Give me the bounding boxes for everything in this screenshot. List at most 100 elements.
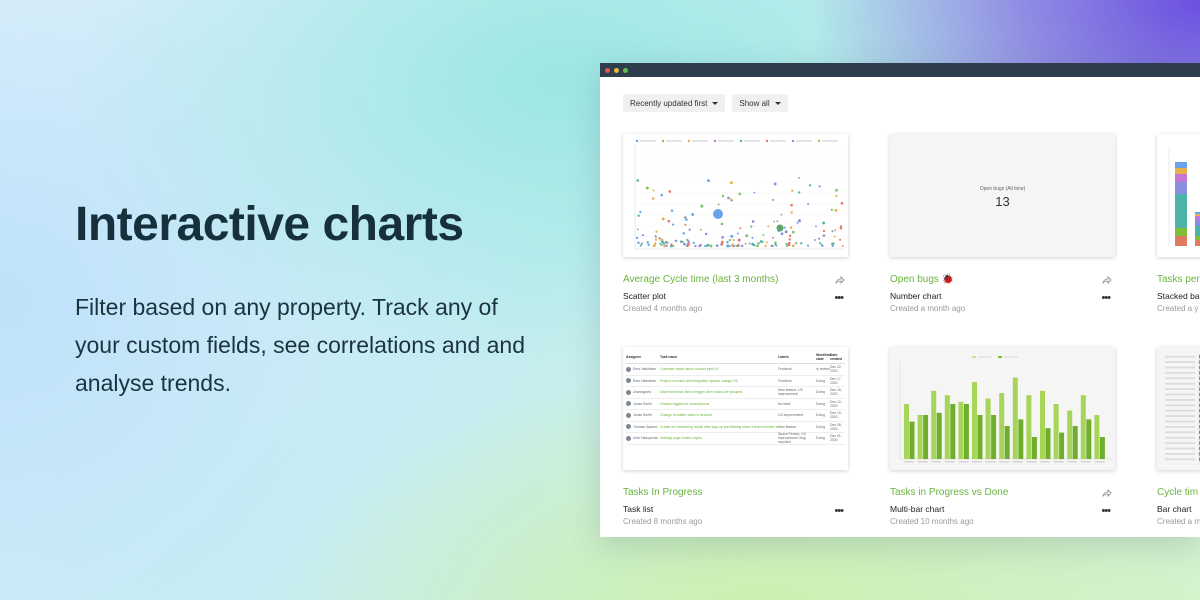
task-list-header: Assignee Task name Labels Workflow state… [626,350,845,364]
bar-label [1165,382,1195,385]
scatter-point [641,234,645,237]
card-title[interactable]: Average Cycle time (last 3 months) [623,274,848,287]
chevron-down-icon [774,101,781,105]
axis-tick-label [1080,461,1091,463]
task-name-cell[interactable]: Feature toggles for subscriptions [660,402,778,406]
labels-cell: No label [778,401,791,406]
scatter-point [672,223,675,226]
chart-thumbnail[interactable] [1157,347,1200,470]
multi-bar [1018,419,1024,459]
scatter-point [785,244,789,248]
bar-label [1165,404,1195,407]
close-window-dot-icon[interactable] [605,67,610,73]
maximize-window-dot-icon[interactable] [623,67,628,73]
card-title[interactable]: Open bugs 🐞 [890,274,1115,287]
task-row[interactable]: Unto Hakuperaa Settings page broken style… [626,432,845,445]
multi-bar [1059,432,1065,459]
scatter-point [709,244,713,248]
app-window: Recently updated first Show all Average … [600,63,1200,537]
assignee-cell: Jonas Smith [626,412,660,418]
task-row[interactable]: Jonas Smith Change formatter dates in acc… [626,410,845,422]
avatar [626,378,631,384]
bar-label [1165,447,1195,450]
task-name-cell[interactable]: Create an onboarding modal after sign-up… [660,425,778,429]
scatter-point [685,218,688,221]
stacked-bar-preview [1168,146,1200,246]
scatter-point [726,244,730,248]
scatter-point [636,179,640,182]
scatter-point [764,244,767,248]
scatter-point [815,225,817,228]
scatter-point [682,240,684,243]
show-dropdown[interactable]: Show all [732,94,788,112]
more-options-icon[interactable]: ••• [834,506,844,517]
chevron-down-icon [712,101,719,105]
date-created-cell: Dec 17, 2020 [830,376,842,385]
card-type: Stacked ba [1157,291,1200,301]
stacked-bar-segment [1195,214,1200,216]
card-title[interactable]: Tasks per [1157,274,1200,287]
scatter-point [800,242,803,245]
task-name-cell[interactable]: Dependent task fails to trigger when tas… [660,390,778,394]
more-options-icon[interactable]: ••• [1101,293,1111,304]
task-name-cell[interactable]: Change formatter dates in account [660,413,778,417]
bar-label [1165,366,1195,369]
card-title[interactable]: Tasks in Progress vs Done [890,487,1115,500]
share-icon[interactable] [1102,275,1112,285]
scatter-point [692,241,695,245]
chart-thumbnail[interactable] [890,347,1115,470]
card-type: Multi-bar chart [890,504,945,514]
assignee-name: Eero Hakulinen [633,378,657,383]
chart-thumbnail[interactable] [623,134,848,257]
assignee-cell: Unassigned [626,389,660,395]
card-title[interactable]: Tasks In Progress [623,487,848,500]
chart-thumbnail[interactable]: Open bugs (All time) 13 [890,134,1115,257]
assignee-name: Unassigned [633,390,651,395]
scatter-point [780,213,783,216]
legend-label [640,140,656,142]
show-dropdown-label: Show all [739,98,770,108]
chart-thumbnail[interactable]: Assignee Task name Labels Workflow state… [623,347,848,470]
task-name-cell[interactable]: Customer report about contact input UI [660,367,778,371]
chart-thumbnail[interactable] [1157,134,1200,257]
scatter-point [655,236,657,239]
scatter-point [720,240,724,244]
sort-dropdown[interactable]: Recently updated first [623,94,726,112]
scatter-point [654,241,657,244]
scatter-point [720,222,724,226]
scatter-point [685,244,688,247]
scatter-point [806,244,810,247]
stacked-bar-segment [1195,226,1200,236]
card-meta: Average Cycle time (last 3 months) Scatt… [623,274,848,313]
column-header: Date created [830,352,843,361]
share-icon[interactable] [835,275,845,285]
avatar [626,412,631,418]
share-icon[interactable] [1102,488,1112,498]
task-name-cell[interactable]: Settings page broken styles [660,436,778,440]
multi-bar [944,395,950,459]
scatter-point [748,242,751,245]
task-row[interactable]: Jonas Smith Feature toggles for subscript… [626,399,845,410]
card-date: Created 8 months ago [623,517,703,526]
scatter-point [666,241,669,244]
task-row[interactable]: Eero Hakulinen Project overview and integ… [626,376,845,387]
scatter-point [807,203,810,206]
multi-bar [931,390,937,459]
stacked-bar-segment [1195,216,1200,220]
multi-bar [1045,428,1051,459]
legend-label [744,140,760,142]
axis-tick-label [944,461,955,463]
more-options-icon[interactable]: ••• [834,293,844,304]
task-row[interactable]: Unassigned Dependent task fails to trigge… [626,387,845,399]
multi-bar [1012,377,1018,459]
card-title[interactable]: Cycle tim [1157,487,1200,500]
scatter-point [654,238,657,241]
more-options-icon[interactable]: ••• [1101,506,1111,517]
minimize-window-dot-icon[interactable] [614,67,619,73]
scatter-point [757,241,760,245]
task-row[interactable]: Eero Hakulinen Customer report about cont… [626,364,845,376]
task-name-cell[interactable]: Project overview and integration options… [660,379,778,383]
column-header: Assignee [626,354,642,359]
axis-tick-label [972,461,982,463]
scatter-point [691,213,695,216]
